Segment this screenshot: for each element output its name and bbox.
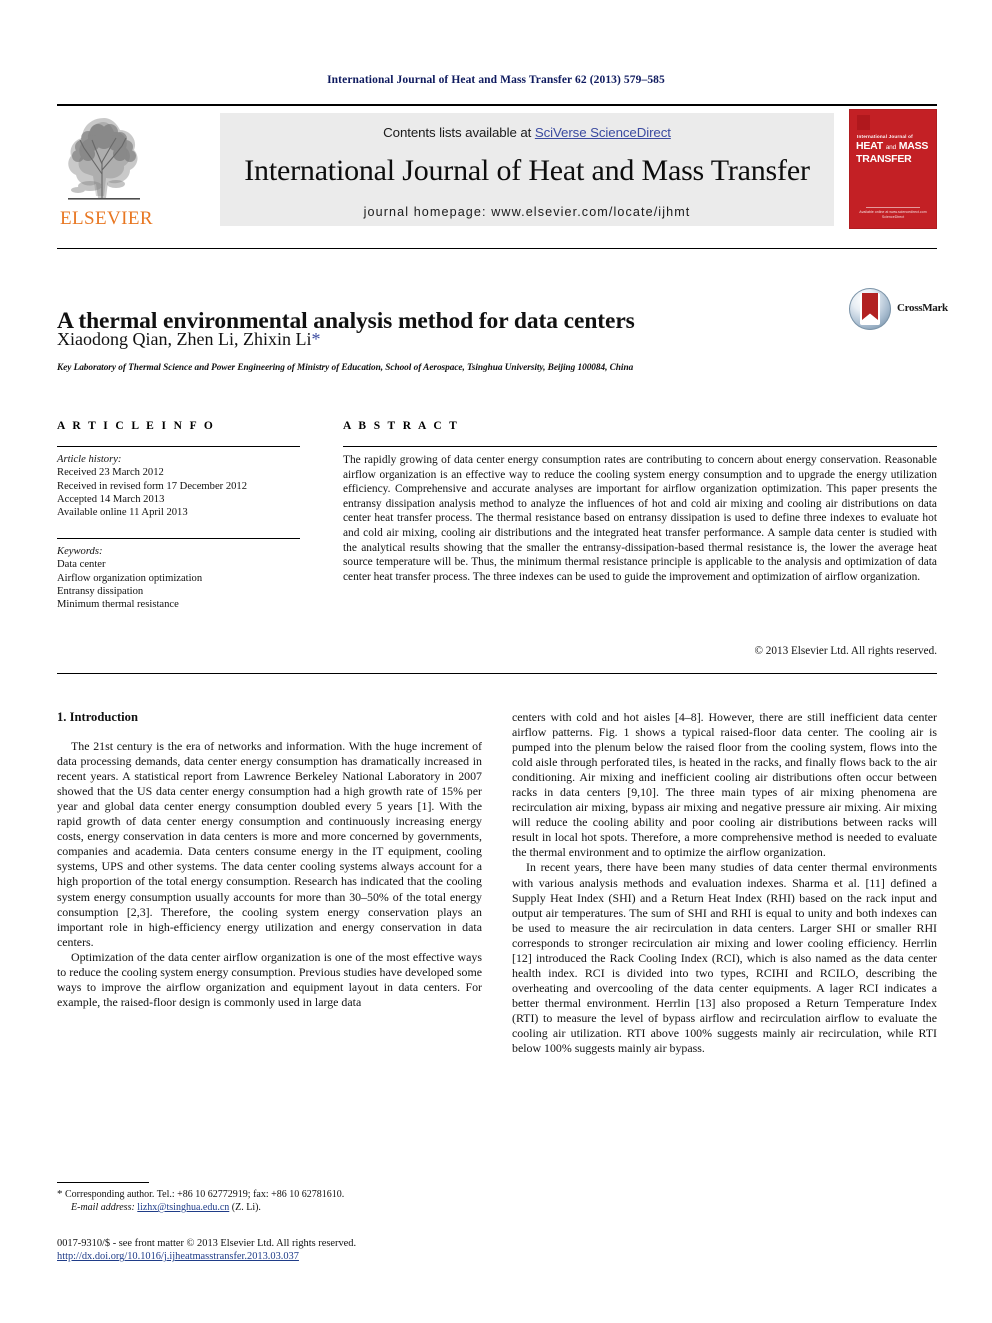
- abstract-rule: [343, 446, 937, 447]
- cover-title-mass: MASS: [898, 140, 929, 152]
- cover-title-heat: HEAT: [856, 140, 884, 152]
- footnote-rule: [57, 1182, 149, 1183]
- keyword-item: Entransy dissipation: [57, 585, 144, 597]
- contents-prefix: Contents lists available at: [383, 125, 535, 140]
- cover-footer-line1: Available online at www.sciencedirect.co…: [859, 210, 927, 214]
- email-line: E-mail address: lizhx@tsinghua.edu.cn (Z…: [57, 1201, 487, 1214]
- paper-page: International Journal of Heat and Mass T…: [0, 0, 992, 1323]
- paragraph: The 21st century is the era of networks …: [57, 739, 482, 949]
- history-item: Received 23 March 2012: [57, 467, 164, 479]
- issn-doi-block: 0017-9310/$ - see front matter © 2013 El…: [57, 1237, 527, 1264]
- keywords-label: Keywords:: [57, 546, 103, 557]
- crossmark-label: CrossMark: [897, 302, 948, 314]
- journal-cover-thumbnail: International Journal of HEAT and MASS T…: [849, 109, 937, 229]
- cover-small-label: International Journal of: [857, 134, 913, 139]
- crossmark-icon: [849, 288, 891, 330]
- abstract-bottom-rule: [57, 673, 937, 674]
- footnote-star: *: [57, 1188, 63, 1200]
- title-top-rule: [57, 248, 937, 249]
- issn-line: 0017-9310/$ - see front matter © 2013 El…: [57, 1238, 357, 1249]
- affiliation: Key Laboratory of Thermal Science and Po…: [57, 363, 634, 373]
- journal-banner: Contents lists available at SciVerse Sci…: [220, 113, 834, 226]
- author-list: Xiaodong Qian, Zhen Li, Zhixin Li*: [57, 327, 817, 351]
- cover-elsevier-icon: [857, 115, 870, 130]
- keywords-block: Keywords: Data center Airflow organizati…: [57, 545, 307, 611]
- article-info-heading: A R T I C L E I N F O: [57, 420, 216, 432]
- cover-title-transfer: TRANSFER: [856, 152, 912, 165]
- email-suffix: (Z. Li).: [229, 1202, 261, 1213]
- article-history-label: Article history:: [57, 454, 122, 465]
- running-head: International Journal of Heat and Mass T…: [327, 74, 665, 86]
- email-link[interactable]: lizhx@tsinghua.edu.cn: [137, 1202, 229, 1213]
- doi-link[interactable]: http://dx.doi.org/10.1016/j.ijheatmasstr…: [57, 1251, 299, 1262]
- paragraph: Optimization of the data center airflow …: [57, 949, 482, 1009]
- section-heading-introduction: 1. Introduction: [57, 710, 138, 724]
- keyword-item: Airflow organization optimization: [57, 572, 203, 584]
- cover-footer: Available online at www.sciencedirect.co…: [850, 210, 936, 220]
- keyword-item: Data center: [57, 559, 106, 571]
- journal-masthead: ELSEVIER Contents lists available at Sci…: [57, 104, 937, 230]
- cover-divider: [866, 207, 920, 208]
- article-history: Article history: Received 23 March 2012 …: [57, 453, 307, 519]
- article-info-mid-rule: [57, 538, 300, 539]
- elsevier-tree-icon: [68, 118, 140, 200]
- journal-homepage[interactable]: journal homepage: www.elsevier.com/locat…: [220, 205, 834, 219]
- cover-footer-line2: ScienceDirect: [881, 215, 905, 219]
- journal-name: International Journal of Heat and Mass T…: [244, 154, 810, 187]
- body-column-right: centers with cold and hot aisles [4–8]. …: [512, 710, 937, 1056]
- paragraph: In recent years, there have been many st…: [512, 860, 937, 1056]
- corresponding-author-note: * Corresponding author. Tel.: +86 10 627…: [57, 1188, 487, 1214]
- history-item: Accepted 14 March 2013: [57, 493, 165, 505]
- history-item: Received in revised form 17 December 201…: [57, 480, 248, 492]
- body-column-left: 1. Introduction The 21st century is the …: [57, 710, 482, 1010]
- crossmark-badge[interactable]: CrossMark: [849, 288, 948, 334]
- elsevier-wordmark: ELSEVIER: [60, 208, 153, 229]
- corresponding-author-marker: *: [311, 329, 321, 349]
- cover-title: HEAT and MASS TRANSFER: [856, 141, 928, 164]
- contents-line: Contents lists available at SciVerse Sci…: [220, 125, 834, 140]
- author-names: Xiaodong Qian, Zhen Li, Zhixin Li: [57, 329, 312, 349]
- masthead-top-rule: [57, 104, 937, 106]
- abstract-copyright: © 2013 Elsevier Ltd. All rights reserved…: [754, 645, 938, 657]
- history-item: Available online 11 April 2013: [57, 507, 188, 519]
- paragraph: centers with cold and hot aisles [4–8]. …: [512, 710, 937, 860]
- elsevier-logo: ELSEVIER: [60, 112, 153, 229]
- abstract-heading: A B S T R A C T: [343, 420, 460, 432]
- cover-title-and: and: [885, 144, 896, 151]
- abstract-text: The rapidly growing of data center energ…: [343, 454, 937, 583]
- keyword-item: Minimum thermal resistance: [57, 599, 179, 611]
- corresponding-author-text: Corresponding author. Tel.: +86 10 62772…: [65, 1189, 345, 1200]
- sciencedirect-link[interactable]: SciVerse ScienceDirect: [535, 125, 671, 140]
- email-label: E-mail address:: [71, 1202, 135, 1213]
- article-info-rule: [57, 446, 300, 447]
